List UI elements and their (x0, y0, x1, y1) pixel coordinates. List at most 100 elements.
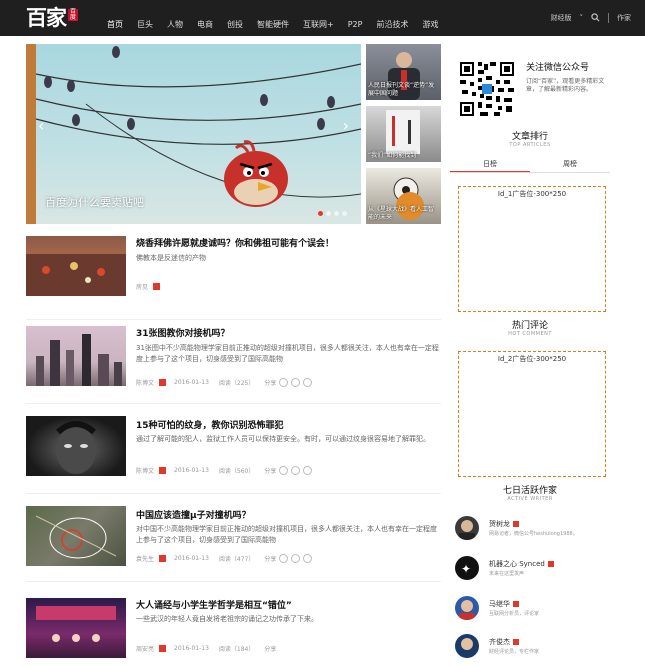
verified-badge-icon (159, 467, 167, 474)
carousel-dot[interactable] (326, 211, 331, 216)
nav-item-ecommerce[interactable]: 电商 (190, 0, 220, 36)
verified-badge-icon (159, 379, 167, 386)
writer-item[interactable]: 马继华 互联网分析员，评论家 (455, 596, 610, 628)
share-weibo-icon[interactable] (279, 466, 289, 475)
writer-name[interactable]: 贺树龙 (489, 520, 510, 528)
carousel-prev-arrow[interactable]: ‹ (38, 116, 44, 135)
article-thumbnail[interactable] (26, 326, 126, 386)
hero-caption[interactable]: 百度为什么要卖贴吧 (45, 194, 144, 210)
nav-item-hardware[interactable]: 智能硬件 (250, 0, 296, 36)
article-title[interactable]: 15种可怕的纹身，教你识别恐怖罪犯 (136, 418, 284, 431)
article-share[interactable]: 分享 (264, 554, 276, 563)
article-summary: 31张图中不少高能物理学家目前正推动的超级对撞机项目，很多人都很关注，本人也有幸… (136, 344, 439, 363)
nav-item-home[interactable]: 首页 (100, 0, 130, 36)
carousel-thumb[interactable]: 从《星球大战》看人工智能的未来 (366, 168, 441, 224)
share-qq-icon[interactable] (303, 554, 313, 563)
avatar[interactable] (455, 634, 479, 658)
article-thumbnail[interactable] (26, 506, 126, 566)
article-reads: 阅读（225） (218, 380, 255, 387)
nav-item-frontier-tech[interactable]: 前沿技术 (369, 0, 415, 36)
ad-slot-1[interactable]: Id_1广告位-300*250 (458, 186, 606, 312)
author-link[interactable]: 作家 (617, 13, 631, 23)
svg-text:✦: ✦ (461, 562, 471, 576)
article-thumbnail[interactable] (26, 236, 126, 296)
top-articles-subtitle: TOP ARTICLES (509, 142, 551, 148)
carousel-dot[interactable] (342, 211, 347, 216)
article-meta: 袁先生 2016-01-13 阅读（477） 分享 (136, 554, 313, 563)
main-nav: 首页 巨头 人物 电商 创投 智能硬件 互联网+ P2P 前沿技术 游戏 (100, 0, 445, 36)
article-date: 2016-01-13 (174, 555, 209, 562)
carousel-dots (318, 211, 347, 216)
nav-item-people[interactable]: 人物 (160, 0, 190, 36)
nav-item-p2p[interactable]: P2P (341, 0, 370, 36)
article-item[interactable]: 中国应该造撞μ子对撞机吗？ 对中国不少高能物理学家目前正推动的超级对撞机项目，很… (26, 498, 441, 582)
article-share[interactable]: 分享 (264, 644, 276, 653)
avatar-image (459, 520, 475, 540)
active-writers-subtitle: ACTIVE WRITER (507, 496, 553, 502)
article-summary: 佛教本是反迷信的产物 (136, 254, 206, 262)
share-qq-icon[interactable] (303, 378, 313, 387)
tab-daily[interactable]: 日榜 (450, 155, 530, 172)
avatar[interactable] (455, 596, 479, 620)
finance-edition-link[interactable]: 财经版 (551, 13, 572, 23)
thumb-caption: 人民日报刊文谈“逆势”发展中国问题 (368, 82, 435, 97)
article-title[interactable]: 大人诵经与小学生学哲学是相互“错位” (136, 598, 292, 611)
carousel-thumb[interactable]: “我们”如何能找到 (366, 106, 441, 162)
share-wechat-icon[interactable] (291, 378, 301, 387)
avatar[interactable] (455, 516, 479, 540)
article-author[interactable]: 房见 (136, 282, 148, 291)
search-icon[interactable] (591, 12, 600, 24)
thumb-caption: “我们”如何能找到 (368, 152, 417, 159)
article-title[interactable]: 烧香拜佛许愿就虔诚吗？你和佛祖可能有个误会！ (136, 236, 334, 249)
article-author[interactable]: 陈博文 (136, 466, 154, 475)
share-wechat-icon[interactable] (291, 466, 301, 475)
avatar[interactable]: ✦ (455, 556, 479, 580)
nav-item-internet-plus[interactable]: 互联网+ (296, 0, 341, 36)
chevron-down-icon[interactable]: ˅ (580, 14, 584, 22)
hero-carousel[interactable]: ‹ › 百度为什么要卖贴吧 (26, 44, 361, 224)
carousel-thumb[interactable]: 人民日报刊文谈“逆势”发展中国问题 (366, 44, 441, 100)
share-qq-icon[interactable] (303, 466, 313, 475)
article-title[interactable]: 31张图教你对接机吗？ (136, 326, 230, 339)
writer-name-row: 马继华 (489, 599, 519, 609)
article-share[interactable]: 分享 (264, 466, 276, 475)
article-thumbnail[interactable] (26, 416, 126, 476)
ad-slot-2[interactable]: Id_2广告位-300*250 (458, 351, 606, 477)
article-thumbnail[interactable] (26, 598, 126, 658)
article-author[interactable]: 袁先生 (136, 554, 154, 563)
share-weibo-icon[interactable] (279, 554, 289, 563)
writer-item[interactable]: ✦ 机器之心 Synced 未来在这里发声 (455, 556, 610, 588)
writer-item[interactable]: 齐俊杰 财经评论员，专栏作家 (455, 634, 610, 666)
carousel-dot[interactable] (334, 211, 339, 216)
article-item[interactable]: 大人诵经与小学生学哲学是相互“错位” 一些武汉的年轻人竟自发将老祖宗的诵记之功传… (26, 590, 441, 658)
article-share[interactable]: 分享 (264, 378, 276, 387)
tab-weekly[interactable]: 周榜 (530, 155, 610, 172)
article-item[interactable]: 31张图教你对接机吗？ 31张图中不少高能物理学家目前正推动的超级对撞机项目，很… (26, 320, 441, 404)
carousel-next-arrow[interactable]: › (343, 116, 349, 135)
share-weibo-icon[interactable] (279, 378, 289, 387)
writer-item[interactable]: 贺树龙 网易记者，微信公号heshulong1988。 (455, 516, 610, 548)
article-item[interactable]: 15种可怕的纹身，教你识别恐怖罪犯 通过了解可能的犯人，监狱工作人员可以保持更安… (26, 410, 441, 494)
writer-name[interactable]: 马继华 (489, 600, 510, 608)
article-item[interactable]: 烧香拜佛许愿就虔诚吗？你和佛祖可能有个误会！ 佛教本是反迷信的产物 房见 (26, 236, 441, 320)
map-image (35, 515, 117, 559)
avatar-image (461, 638, 473, 650)
writer-name[interactable]: 机器之心 Synced (489, 560, 545, 568)
article-author[interactable]: 周安亮 (136, 644, 154, 653)
logo-seal: 百度 (68, 8, 78, 21)
share-wechat-icon[interactable] (291, 554, 301, 563)
article-author[interactable]: 陈博文 (136, 378, 154, 387)
article-summary: 对中国不少高能物理学家目前正推动的超级对撞机项目，很多人都很关注，本人也有幸在一… (136, 525, 437, 544)
avatar-image: ✦ (461, 562, 471, 576)
article-title[interactable]: 中国应该造撞μ子对撞机吗？ (136, 508, 251, 521)
nav-item-giants[interactable]: 巨头 (130, 0, 160, 36)
carousel-dot[interactable] (318, 211, 323, 216)
writer-description: 网易记者，微信公号heshulong1988。 (489, 531, 578, 537)
writer-name[interactable]: 齐俊杰 (489, 638, 510, 646)
nav-item-games[interactable]: 游戏 (415, 0, 445, 36)
site-logo[interactable]: 百家 百度 (26, 4, 78, 32)
article-reads: 阅读（184） (218, 646, 255, 653)
hot-comment-title: 热门评论 (511, 321, 548, 331)
writer-name-row: 齐俊杰 (489, 637, 519, 647)
nav-item-venture[interactable]: 创投 (220, 0, 250, 36)
